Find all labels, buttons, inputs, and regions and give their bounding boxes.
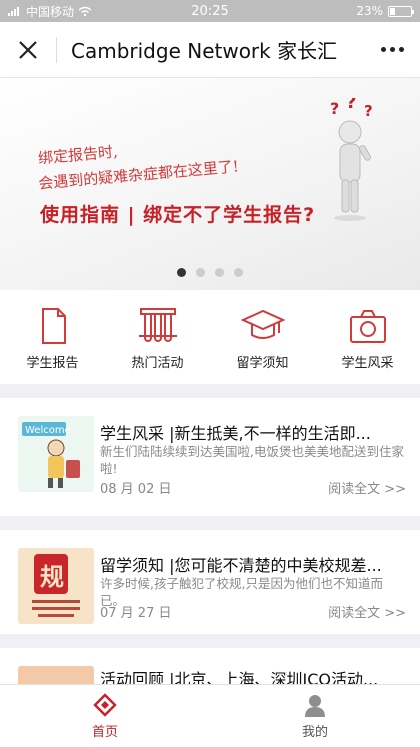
battery-fill	[390, 7, 396, 15]
close-button[interactable]	[0, 22, 56, 78]
shortcut-grid: 学生报告 热门活动 留学须知 学生风采	[0, 290, 420, 384]
read-more-link[interactable]: 阅读全文 >>	[328, 602, 406, 621]
document-icon	[41, 308, 66, 344]
tab-label: 首页	[91, 724, 118, 740]
signal-icon	[8, 7, 19, 16]
thumb-rules-char: 规	[40, 563, 64, 591]
page-title: Cambridge Network 家长汇	[71, 39, 338, 63]
svg-text:?: ?	[346, 98, 356, 113]
svg-text:?: ?	[330, 99, 339, 118]
article-date: 08 月 02 日	[100, 482, 172, 497]
status-right: 23%	[277, 4, 415, 18]
banner-headline: 使用指南 | 绑定不了学生报告?	[40, 204, 316, 226]
carousel-indicator	[0, 268, 420, 277]
carousel-dot[interactable]	[177, 268, 186, 277]
carousel-dot[interactable]	[215, 268, 224, 277]
thinking-figure-icon: ? ? ?	[330, 98, 373, 221]
shortcut-hot-events[interactable]: 热门活动	[105, 290, 210, 384]
camera-icon	[349, 310, 386, 343]
article-thumbnail: 规	[18, 548, 94, 624]
graduation-cap-icon	[240, 309, 285, 339]
more-icon	[380, 47, 386, 52]
thumb-welcome-text: Welcome	[25, 425, 71, 436]
article-card[interactable]: Welcome 学生风采 |新生抵美,不一样的生活即... 新生们陆陆续续到达美…	[0, 398, 420, 516]
read-more-link[interactable]: 阅读全文 >>	[328, 478, 406, 497]
more-button[interactable]	[364, 22, 420, 78]
status-left: 中国移动	[8, 3, 143, 20]
article-date: 07 月 27 日	[100, 606, 172, 621]
svg-text:?: ?	[364, 102, 373, 120]
article-thumbnail	[18, 666, 94, 684]
article-thumbnail: Welcome	[18, 416, 94, 492]
wifi-icon	[78, 6, 92, 16]
article-summary: 新生们陆陆续续到达美国啦,电饭煲也美美地配送到住家啦!	[100, 444, 404, 476]
battery-percent: 23%	[356, 4, 384, 18]
shortcut-student-report[interactable]: 学生报告	[0, 290, 105, 384]
shortcut-student-style[interactable]: 学生风采	[315, 290, 420, 384]
more-icon-dot	[398, 47, 404, 52]
test-tubes-icon	[138, 308, 177, 342]
shortcut-label: 留学须知	[236, 356, 289, 371]
status-bar: 中国移动 20:25 23%	[0, 0, 420, 22]
nav-divider	[56, 36, 57, 63]
article-title: 活动回顾 |北京、上海、深圳ICO活动...	[100, 670, 379, 684]
bottom-tab-bar: 首页 我的	[0, 684, 420, 747]
carrier-name: 中国移动	[26, 4, 75, 19]
article-title: 留学须知 |您可能不清楚的中美校规差...	[100, 556, 382, 575]
shortcut-label: 学生报告	[26, 356, 79, 371]
carousel-dot[interactable]	[196, 268, 205, 277]
shortcut-label: 热门活动	[131, 356, 184, 371]
nav-bar: Cambridge Network 家长汇	[0, 22, 420, 78]
user-icon	[305, 694, 325, 717]
shortcut-label: 学生风采	[341, 356, 394, 371]
welcome-illustration: Welcome	[18, 416, 94, 492]
tab-mine[interactable]: 我的	[210, 685, 420, 747]
article-card[interactable]: 规 留学须知 |您可能不清楚的中美校规差... 许多时候,孩子触犯了校规,只是因…	[0, 530, 420, 634]
tab-home[interactable]: 首页	[0, 685, 210, 747]
status-time: 20:25	[191, 3, 229, 19]
banner-text-line1: 绑定报告时,	[37, 142, 119, 168]
more-icon-dot	[389, 47, 395, 52]
shortcut-study-abroad[interactable]: 留学须知	[210, 290, 315, 384]
banner-carousel[interactable]: 绑定报告时, 会遇到的疑难杂症都在这里了! 使用指南 | 绑定不了学生报告? ?…	[0, 78, 420, 290]
close-icon	[19, 40, 37, 59]
rules-illustration: 规	[18, 548, 94, 624]
home-icon	[93, 692, 117, 717]
tab-label: 我的	[301, 724, 328, 740]
battery-icon	[388, 5, 415, 17]
article-title: 学生风采 |新生抵美,不一样的生活即...	[100, 424, 371, 443]
carousel-dot[interactable]	[234, 268, 243, 277]
article-card[interactable]: 活动回顾 |北京、上海、深圳ICO活动...	[0, 648, 420, 684]
